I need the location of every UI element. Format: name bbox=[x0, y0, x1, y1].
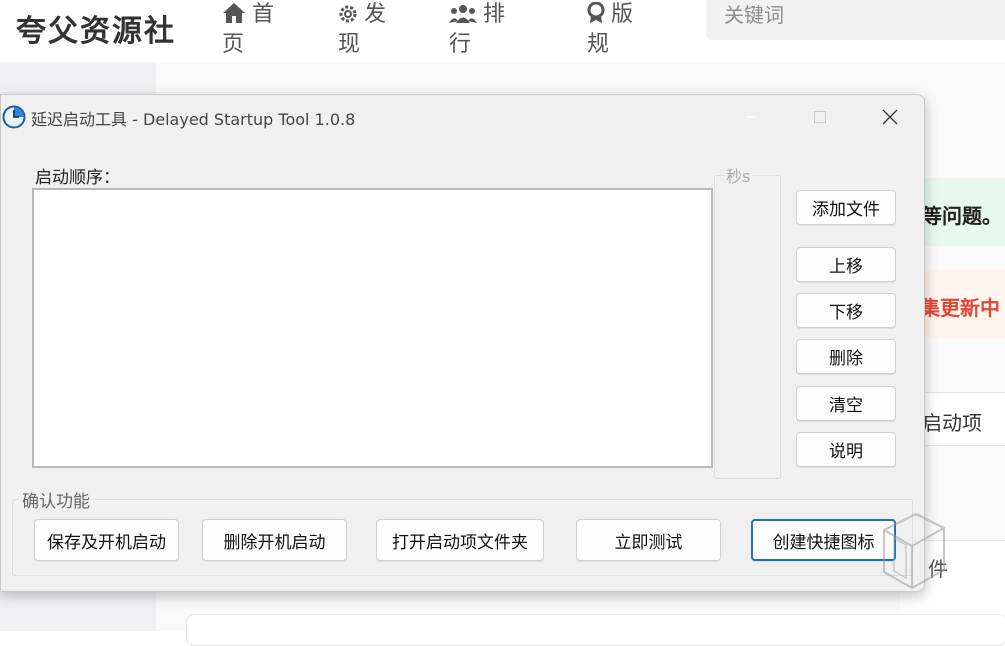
list-item-label: 启动项 bbox=[922, 411, 982, 435]
nav-home-label-2: 页 bbox=[222, 32, 245, 57]
app-window: 延迟启动工具 - Delayed Startup Tool 1.0.8 启动顺序… bbox=[0, 94, 925, 592]
nav-rules-label-2: 规 bbox=[587, 32, 610, 57]
delete-button[interactable]: 删除 bbox=[796, 339, 896, 374]
help-button[interactable]: 说明 bbox=[796, 432, 896, 467]
nav-discover-label: 发 bbox=[364, 2, 387, 27]
create-shortcut-button[interactable]: 创建快捷图标 bbox=[751, 519, 896, 561]
maximize-button[interactable] bbox=[797, 95, 843, 139]
add-file-button[interactable]: 添加文件 bbox=[796, 190, 896, 225]
remove-startup-button[interactable]: 删除开机启动 bbox=[202, 519, 347, 561]
users-icon bbox=[449, 5, 477, 23]
save-startup-button[interactable]: 保存及开机启动 bbox=[34, 519, 179, 561]
home-icon bbox=[223, 3, 245, 23]
window-title: 延迟启动工具 - Delayed Startup Tool 1.0.8 bbox=[31, 110, 356, 129]
seconds-label: 秒s bbox=[724, 163, 753, 187]
minimize-button[interactable] bbox=[728, 95, 774, 139]
nav-rules-label: 版 bbox=[611, 2, 634, 27]
clock-icon bbox=[2, 105, 26, 129]
award-icon bbox=[587, 1, 605, 23]
close-icon bbox=[882, 109, 898, 125]
watermark-icon bbox=[883, 512, 945, 590]
startup-order-label: 启动顺序： bbox=[35, 168, 120, 188]
confirm-label: 确认功能 bbox=[19, 487, 93, 512]
maximize-icon bbox=[814, 111, 826, 123]
minimize-icon bbox=[746, 116, 756, 118]
nav-home[interactable]: 首 页 bbox=[222, 0, 292, 60]
site-logo[interactable]: 夸父资源社 bbox=[16, 6, 176, 50]
site-header: 夸父资源社 首 页 发 现 排行 榜 版 规 bbox=[0, 0, 1005, 87]
title-bar[interactable]: 延迟启动工具 - Delayed Startup Tool 1.0.8 bbox=[1, 95, 924, 139]
move-down-button[interactable]: 下移 bbox=[796, 293, 896, 328]
search-box bbox=[706, 0, 1005, 40]
open-folder-button[interactable]: 打开启动项文件夹 bbox=[376, 519, 544, 561]
notice-red-text: 集更新中 bbox=[920, 296, 1000, 320]
nav-discover-label-2: 现 bbox=[338, 32, 361, 57]
clear-button[interactable]: 清空 bbox=[796, 386, 896, 421]
test-now-button[interactable]: 立即测试 bbox=[576, 519, 721, 561]
notice-green-text: 等问题。 bbox=[922, 204, 1002, 228]
move-up-button[interactable]: 上移 bbox=[796, 247, 896, 282]
search-input[interactable] bbox=[722, 2, 996, 28]
nav-discover[interactable]: 发 现 bbox=[338, 0, 408, 60]
seconds-group bbox=[714, 175, 781, 479]
nav-home-label: 首 bbox=[252, 2, 275, 27]
close-button[interactable] bbox=[867, 95, 913, 139]
nav-rules[interactable]: 版 规 bbox=[587, 0, 657, 60]
startup-list[interactable] bbox=[32, 188, 713, 468]
gear-icon bbox=[339, 5, 357, 23]
bottom-card bbox=[186, 614, 1005, 646]
